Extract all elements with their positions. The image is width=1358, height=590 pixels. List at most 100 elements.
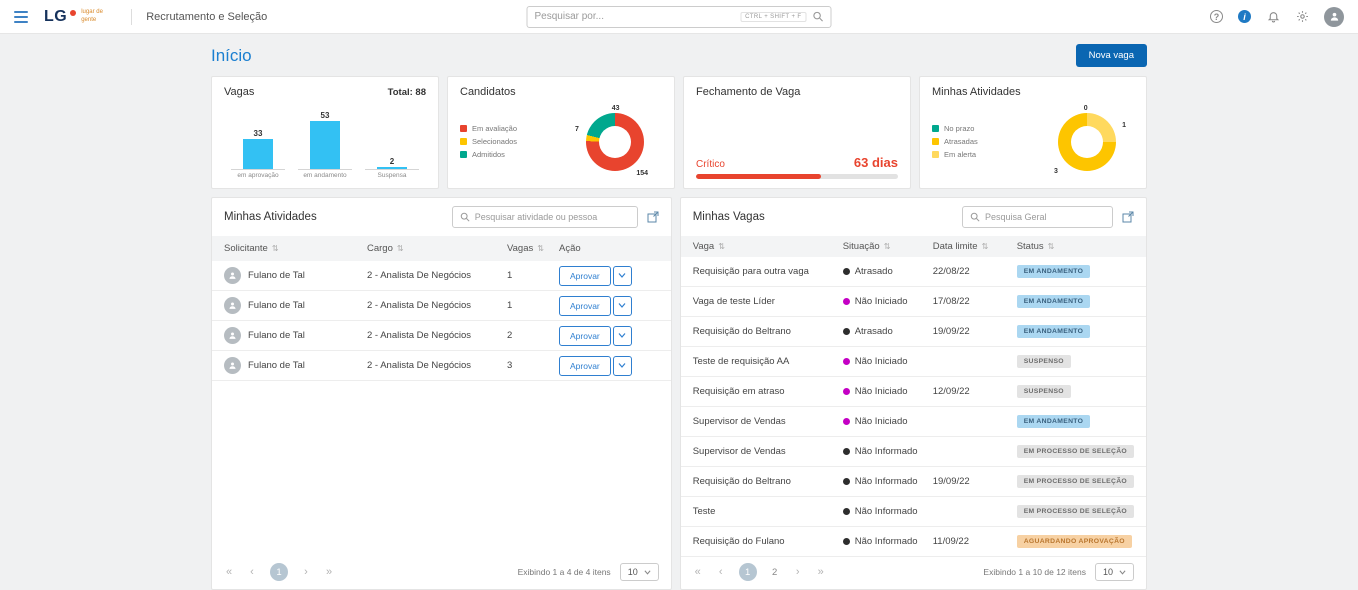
vagas-search-input[interactable]	[985, 212, 1105, 222]
status-dot	[843, 328, 850, 335]
vaga-name-cell: Supervisor de Vendas	[693, 416, 843, 427]
expand-icon[interactable]	[1122, 211, 1134, 223]
menu-icon[interactable]	[14, 11, 28, 23]
first-page-button[interactable]: «	[224, 566, 234, 578]
user-avatar[interactable]	[1324, 7, 1344, 27]
vaga-row: Requisição do BeltranoAtrasado19/09/22EM…	[681, 317, 1146, 347]
column-header-situacao[interactable]: Situação⇅	[843, 241, 933, 252]
activities-pager-summary: Exibindo 1 a 4 de 4 itens	[518, 567, 611, 577]
candidatos-donut-box: 43 7 154	[582, 109, 648, 175]
activities-search-input[interactable]	[475, 212, 630, 222]
status-cell: SUSPENSO	[1017, 355, 1134, 368]
status-badge: SUSPENSO	[1017, 385, 1071, 398]
column-header-vaga[interactable]: Vaga⇅	[693, 241, 843, 252]
activities-table-card: Minhas Atividades Solicitante⇅ Cargo⇅ Va…	[211, 197, 672, 590]
cargo-cell: 2 - Analista De Negócios	[367, 360, 507, 371]
approve-button[interactable]: Aprovar	[559, 326, 611, 346]
bar-2: 53em andamento	[298, 111, 352, 179]
help-icon[interactable]: ?	[1210, 10, 1223, 23]
next-page-button[interactable]: ›	[793, 566, 803, 578]
donut-label: 1	[1122, 122, 1126, 129]
approve-dropdown[interactable]	[613, 266, 632, 286]
approve-dropdown[interactable]	[613, 296, 632, 316]
column-header-data-limite[interactable]: Data limite⇅	[933, 241, 1017, 252]
approve-button[interactable]: Aprovar	[559, 266, 611, 286]
vagas-table-body: Requisição para outra vagaAtrasado22/08/…	[681, 257, 1146, 557]
settings-icon[interactable]	[1295, 10, 1309, 24]
activities-table-body: Fulano de Tal2 - Analista De Negócios1Ap…	[212, 261, 671, 381]
vaga-row: Requisição em atrasoNão Iniciado12/09/22…	[681, 377, 1146, 407]
data-limite-cell: 17/08/22	[933, 296, 1017, 307]
vaga-row: TesteNão InformadoEM PROCESSO DE SELEÇÃO	[681, 497, 1146, 527]
vaga-name-cell: Supervisor de Vendas	[693, 446, 843, 457]
situacao-cell: Não Iniciado	[843, 296, 933, 307]
status-cell: EM PROCESSO DE SELEÇÃO	[1017, 505, 1134, 518]
activity-row: Fulano de Tal2 - Analista De Negócios1Ap…	[212, 261, 671, 291]
solicitante-cell: Fulano de Tal	[224, 297, 367, 314]
legend-item: Atrasadas	[932, 137, 978, 146]
status-cell: EM PROCESSO DE SELEÇÃO	[1017, 445, 1134, 458]
global-search-input[interactable]	[535, 11, 741, 22]
last-page-button[interactable]: »	[816, 566, 826, 578]
avatar-icon	[224, 297, 241, 314]
activities-search[interactable]	[452, 206, 638, 228]
data-limite-cell: 12/09/22	[933, 386, 1017, 397]
first-page-button[interactable]: «	[693, 566, 703, 578]
sort-icon: ⇅	[397, 244, 404, 253]
expand-icon[interactable]	[647, 211, 659, 223]
vaga-row: Supervisor de VendasNão IniciadoEM ANDAM…	[681, 407, 1146, 437]
activity-row: Fulano de Tal2 - Analista De Negócios1Ap…	[212, 291, 671, 321]
avatar-icon	[224, 267, 241, 284]
approve-button[interactable]: Aprovar	[559, 356, 611, 376]
donut-label: 3	[1054, 168, 1058, 175]
legend-item: Selecionados	[460, 137, 517, 146]
column-header-status[interactable]: Status⇅	[1017, 241, 1134, 252]
vaga-name-cell: Requisição para outra vaga	[693, 266, 843, 277]
info-icon[interactable]: i	[1238, 10, 1251, 23]
fechamento-card: Fechamento de Vaga Crítico 63 dias	[683, 76, 911, 189]
situacao-cell: Atrasado	[843, 266, 933, 277]
situacao-cell: Não Informado	[843, 446, 933, 457]
last-page-button[interactable]: »	[324, 566, 334, 578]
prev-page-button[interactable]: ‹	[716, 566, 726, 578]
vagas-total: Total: 88	[388, 87, 426, 98]
vaga-row: Vaga de teste LíderNão Iniciado17/08/22E…	[681, 287, 1146, 317]
situacao-cell: Não Informado	[843, 536, 933, 547]
bell-icon[interactable]	[1266, 10, 1280, 24]
column-header-vagas[interactable]: Vagas⇅	[507, 243, 559, 254]
page-button[interactable]: 1	[270, 563, 288, 581]
column-header-acao: Ação	[559, 243, 659, 254]
legend-item: No prazo	[932, 124, 978, 133]
activities-table-header: Solicitante⇅ Cargo⇅ Vagas⇅ Ação	[212, 236, 671, 261]
status-dot	[843, 268, 850, 275]
data-limite-cell: 19/09/22	[933, 326, 1017, 337]
chevron-down-icon	[1119, 570, 1126, 575]
vagas-page-size-select[interactable]: 10	[1095, 563, 1134, 581]
divider	[131, 9, 132, 25]
status-cell: EM ANDAMENTO	[1017, 295, 1134, 308]
search-icon[interactable]	[813, 11, 824, 22]
situacao-cell: Não Iniciado	[843, 386, 933, 397]
status-dot	[843, 298, 850, 305]
nova-vaga-button[interactable]: Nova vaga	[1076, 44, 1147, 67]
status-dot	[843, 448, 850, 455]
column-header-cargo[interactable]: Cargo⇅	[367, 243, 507, 254]
activities-page-size-select[interactable]: 10	[620, 563, 659, 581]
approve-dropdown[interactable]	[613, 356, 632, 376]
fechamento-card-title: Fechamento de Vaga	[696, 86, 800, 98]
page-button[interactable]: 2	[770, 567, 780, 578]
legend-item: Admitidos	[460, 150, 517, 159]
next-page-button[interactable]: ›	[301, 566, 311, 578]
cargo-cell: 2 - Analista De Negócios	[367, 330, 507, 341]
donut-label: 0	[1084, 105, 1088, 112]
vagas-search[interactable]	[962, 206, 1113, 228]
prev-page-button[interactable]: ‹	[247, 566, 257, 578]
global-search[interactable]: CTRL + SHIFT + F	[527, 6, 832, 28]
vaga-name-cell: Requisição do Fulano	[693, 536, 843, 547]
approve-dropdown[interactable]	[613, 326, 632, 346]
column-header-solicitante[interactable]: Solicitante⇅	[224, 243, 367, 254]
page-button[interactable]: 1	[739, 563, 757, 581]
approve-button[interactable]: Aprovar	[559, 296, 611, 316]
status-badge: EM PROCESSO DE SELEÇÃO	[1017, 475, 1134, 488]
status-badge: EM ANDAMENTO	[1017, 265, 1091, 278]
